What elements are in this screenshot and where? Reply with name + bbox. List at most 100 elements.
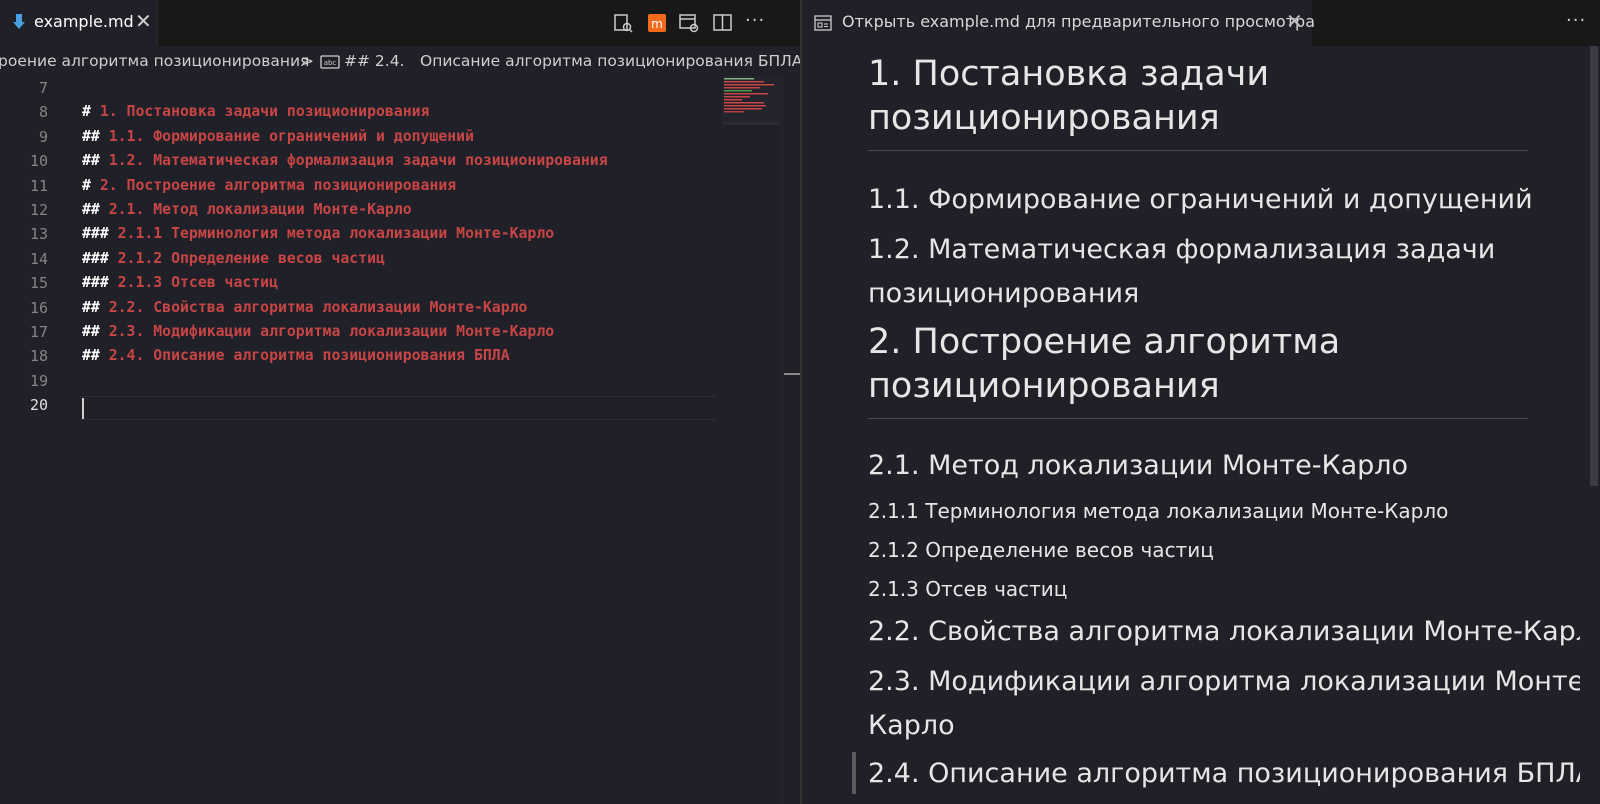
breadcrumb-item-heading[interactable]: ## 2.4. bbox=[344, 52, 404, 70]
preview-h2-1: 1.1. Формирование ограничений и допущени… bbox=[868, 184, 1533, 215]
heading-marker: # bbox=[82, 176, 100, 194]
preview-h2-4: 2.2. Свойства алгоритма локализации Монт… bbox=[868, 616, 1580, 647]
line-number: 18 bbox=[29, 347, 48, 366]
line-number: 16 bbox=[29, 298, 48, 317]
preview-h2-5-line1: 2.3. Модификации алгоритма локализации М… bbox=[868, 666, 1580, 697]
line-number: 7 bbox=[38, 79, 48, 97]
markdown-preview[interactable]: 1. Постановка задачи позиционирования 1.… bbox=[802, 46, 1580, 804]
heading-text: 2.1.1 Терминология метода локализации Мо… bbox=[117, 225, 555, 243]
svg-text:abc: abc bbox=[324, 59, 337, 67]
editor-pane: example.md ✕ m ··· роение алгоритма пози… bbox=[0, 0, 800, 804]
preview-h1-1-line2: позиционирования bbox=[868, 98, 1220, 138]
text-cursor bbox=[82, 398, 84, 419]
code-line[interactable]: # 1. Постановка задачи позиционирования bbox=[82, 100, 429, 124]
preview-scrollbar[interactable] bbox=[1590, 46, 1598, 486]
string-symbol-icon: abc bbox=[320, 55, 340, 69]
tab-preview[interactable]: Открыть example.md для предварительного … bbox=[802, 0, 1315, 46]
preview-tab-title: Открыть example.md для предварительного … bbox=[842, 12, 1315, 31]
open-preview-side-icon[interactable] bbox=[612, 12, 634, 34]
code-line[interactable]: ### 2.1.1 Терминология метода локализаци… bbox=[82, 222, 554, 246]
minimap[interactable] bbox=[722, 76, 780, 124]
heading-marker: ### bbox=[82, 249, 118, 267]
minimap-slider[interactable] bbox=[722, 122, 780, 125]
line-number: 20 bbox=[29, 396, 48, 415]
editor-tab-bar: example.md ✕ m ··· bbox=[0, 0, 800, 46]
heading-text: 2.4. Описание алгоритма позиционирования… bbox=[108, 347, 510, 365]
heading-marker: ## bbox=[82, 298, 109, 316]
heading-marker: ### bbox=[82, 225, 118, 243]
preview-icon bbox=[814, 15, 832, 31]
scroll-sync-indicator bbox=[852, 752, 856, 794]
tab-close-button[interactable]: ✕ bbox=[135, 9, 152, 33]
breadcrumb-item-section[interactable]: роение алгоритма позиционирования bbox=[0, 52, 309, 70]
heading-text: 2.1.3 Отсев частиц bbox=[117, 274, 278, 292]
code-line[interactable]: ### 2.1.2 Определение весов частиц bbox=[82, 247, 385, 271]
heading-marker: ## bbox=[82, 152, 109, 170]
heading-text: 2.1. Метод локализации Монте-Карло bbox=[108, 201, 412, 218]
line-number: 13 bbox=[29, 225, 48, 244]
markdown-file-icon bbox=[13, 14, 25, 29]
preview-h3-1: 2.1.1 Терминология метода локализации Мо… bbox=[868, 499, 1449, 523]
code-line[interactable]: ## 1.1. Формирование ограничений и допущ… bbox=[82, 125, 474, 149]
preview-h3-3: 2.1.3 Отсев частиц bbox=[868, 577, 1068, 601]
line-number: 15 bbox=[29, 274, 48, 293]
heading-text: 2. Построение алгоритма позиционирования bbox=[99, 176, 457, 194]
current-line-highlight bbox=[80, 396, 716, 420]
preview-h3-2: 2.1.2 Определение весов частиц bbox=[868, 538, 1214, 562]
code-line[interactable]: ## 2.3. Модификации алгоритма локализаци… bbox=[82, 320, 554, 344]
heading-marker: ## bbox=[82, 347, 109, 365]
preview-h1-2-line1: 2. Построение алгоритма bbox=[868, 322, 1341, 362]
scrollbar-cursor-marker bbox=[784, 373, 800, 375]
heading-text: 2.2. Свойства алгоритма локализации Монт… bbox=[108, 298, 528, 316]
line-number: 11 bbox=[29, 176, 48, 195]
code-line[interactable]: ## 1.2. Математическая формализация зада… bbox=[82, 149, 608, 173]
heading-underline bbox=[868, 150, 1528, 151]
preview-h1-1-line1: 1. Постановка задачи bbox=[868, 54, 1270, 94]
heading-text: 1.1. Формирование ограничений и допущени… bbox=[108, 127, 474, 145]
more-actions-button[interactable]: ··· bbox=[745, 10, 765, 31]
code-line[interactable]: ## 2.4. Описание алгоритма позиционирова… bbox=[82, 344, 510, 368]
line-number: 10 bbox=[29, 152, 48, 171]
preview-h2-3: 2.1. Метод локализации Монте-Карло bbox=[868, 450, 1409, 481]
extension-icon[interactable]: m bbox=[646, 12, 668, 34]
split-editor-icon[interactable] bbox=[712, 12, 734, 34]
heading-marker: ## bbox=[82, 127, 109, 145]
breadcrumb-item-heading-text[interactable]: Описание алгоритма позиционирования БПЛА bbox=[420, 52, 800, 70]
preview-pane: Открыть example.md для предварительного … bbox=[802, 0, 1600, 804]
heading-text: 1.2. Математическая формализация задачи … bbox=[108, 152, 608, 170]
preview-lock-icon[interactable] bbox=[678, 12, 700, 34]
code-line[interactable]: # 2. Построение алгоритма позиционирован… bbox=[82, 174, 456, 198]
heading-marker: ### bbox=[82, 274, 118, 292]
preview-tab-close-button[interactable]: ✕ bbox=[1286, 9, 1303, 33]
heading-text: 1. Постановка задачи позиционирования bbox=[99, 103, 430, 121]
code-editor[interactable]: 7 8 # 1. Постановка задачи позиционировани… bbox=[0, 76, 782, 804]
heading-marker: ## bbox=[82, 201, 109, 218]
heading-marker: # bbox=[82, 103, 100, 121]
code-line[interactable]: ## 2.2. Свойства алгоритма локализации М… bbox=[82, 296, 527, 320]
preview-h2-2-line1: 1.2. Математическая формализация задачи bbox=[868, 234, 1496, 265]
line-number: 17 bbox=[29, 323, 48, 341]
svg-text:m: m bbox=[651, 17, 663, 31]
preview-h1-2-line2: позиционирования bbox=[868, 366, 1220, 406]
tab-example-md[interactable]: example.md ✕ bbox=[0, 0, 158, 46]
tab-title: example.md bbox=[34, 12, 134, 31]
line-number: 14 bbox=[29, 249, 48, 268]
line-number: 19 bbox=[29, 371, 48, 390]
preview-h2-5-line2: Карло bbox=[868, 710, 955, 741]
line-number: 12 bbox=[29, 201, 48, 219]
heading-text: 2.1.2 Определение весов частиц bbox=[117, 249, 385, 267]
line-number: 8 bbox=[38, 103, 48, 122]
heading-text: 2.3. Модификации алгоритма локализации М… bbox=[108, 323, 555, 340]
code-line[interactable]: ### 2.1.3 Отсев частиц bbox=[82, 271, 278, 295]
chevron-right-icon: > bbox=[301, 52, 314, 70]
preview-h2-6: 2.4. Описание алгоритма позиционирования… bbox=[868, 758, 1580, 789]
preview-h2-2-line2: позиционирования bbox=[868, 278, 1140, 309]
preview-more-actions-button[interactable]: ··· bbox=[1566, 10, 1586, 31]
editor-scrollbar[interactable] bbox=[782, 76, 800, 804]
heading-underline bbox=[868, 418, 1528, 419]
heading-marker: ## bbox=[82, 323, 109, 340]
breadcrumb: роение алгоритма позиционирования > abc … bbox=[0, 46, 800, 76]
preview-tab-bar: Открыть example.md для предварительного … bbox=[802, 0, 1600, 46]
code-line[interactable]: ## 2.1. Метод локализации Монте-Карло bbox=[82, 198, 412, 222]
line-number: 9 bbox=[38, 127, 48, 146]
